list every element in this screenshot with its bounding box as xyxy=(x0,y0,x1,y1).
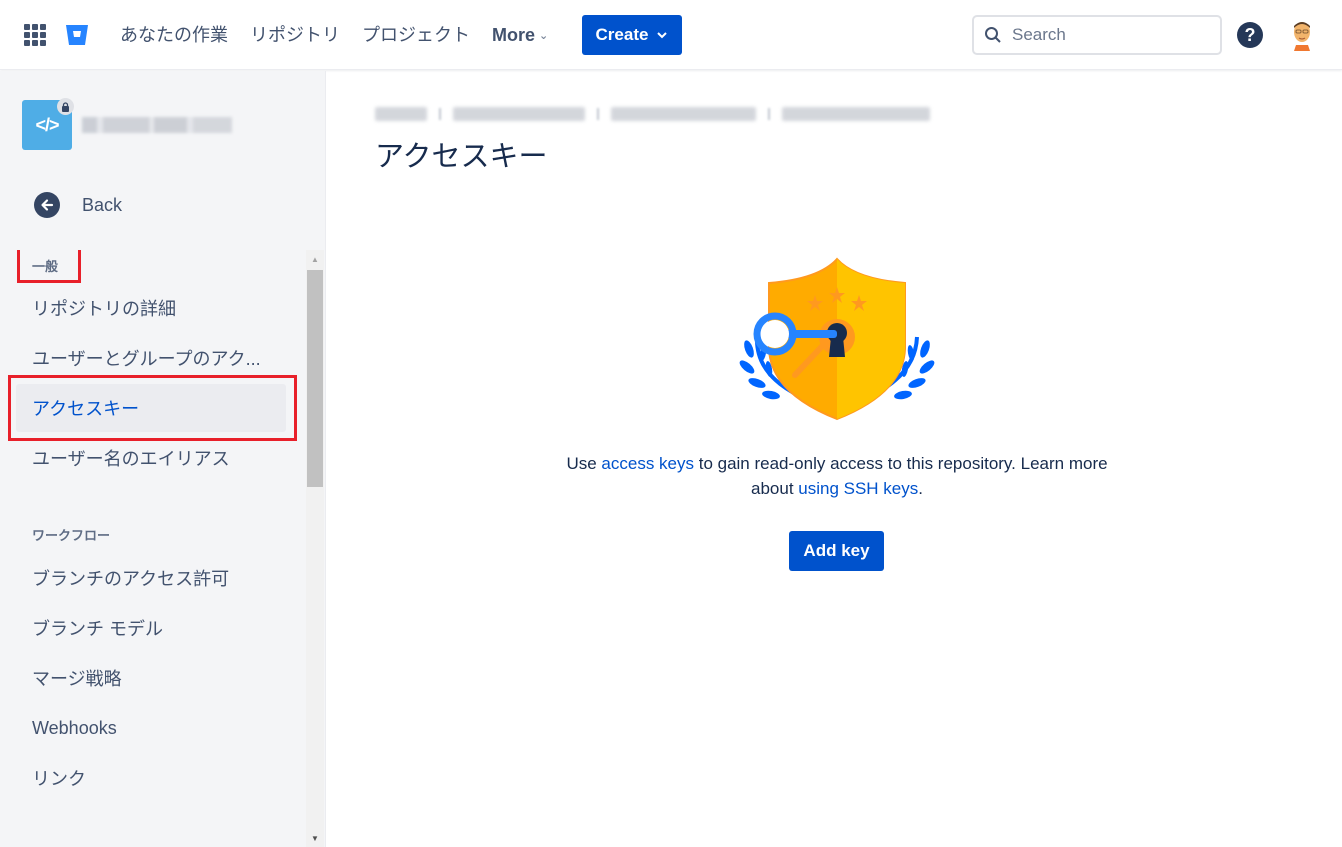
bitbucket-logo-icon[interactable] xyxy=(64,22,90,48)
scrollbar-thumb[interactable] xyxy=(307,270,323,487)
sidebar-item-user-group-access[interactable]: ユーザーとグループのアク... xyxy=(16,334,286,382)
chevron-down-icon xyxy=(657,32,668,39)
empty-state-description: Use access keys to gain read-only access… xyxy=(557,451,1117,501)
help-icon[interactable]: ? xyxy=(1237,22,1263,48)
sidebar-scrollbar[interactable]: ▲ ▼ xyxy=(306,250,324,847)
scroll-up-arrow-icon[interactable]: ▲ xyxy=(306,250,324,268)
breadcrumb-item[interactable] xyxy=(375,107,427,121)
breadcrumb-redacted xyxy=(375,107,930,121)
sidebar: </> Back 一般 リポジトリの詳細 ユーザーとグループのアク... アクセ… xyxy=(0,71,326,847)
code-icon: </> xyxy=(35,114,59,135)
breadcrumb-separator xyxy=(597,108,599,120)
app-switcher-icon[interactable] xyxy=(24,24,46,46)
create-label: Create xyxy=(595,25,649,44)
breadcrumb-item[interactable] xyxy=(782,107,930,121)
top-navigation: あなたの作業 リポジトリ プロジェクト More⌄ Create ? xyxy=(0,0,1342,70)
main-content: アクセスキー Use access keys to gain read-only… xyxy=(327,71,1342,847)
sidebar-item-branch-permissions[interactable]: ブランチのアクセス許可 xyxy=(16,554,286,602)
nav-more-label: More xyxy=(492,25,536,45)
access-keys-link[interactable]: access keys xyxy=(601,454,694,473)
page-title: アクセスキー xyxy=(375,141,548,173)
repository-name-redacted[interactable] xyxy=(82,117,232,133)
breadcrumb-item[interactable] xyxy=(611,107,756,121)
sidebar-menu: 一般 リポジトリの詳細 ユーザーとグループのアク... アクセスキー ユーザー名… xyxy=(0,250,326,847)
back-label: Back xyxy=(82,194,123,215)
breadcrumb-item[interactable] xyxy=(453,107,585,121)
sidebar-item-repository-details[interactable]: リポジトリの詳細 xyxy=(16,284,286,332)
user-avatar[interactable] xyxy=(1288,19,1316,51)
using-ssh-keys-link[interactable]: using SSH keys xyxy=(798,479,918,498)
sidebar-item-access-keys[interactable]: アクセスキー xyxy=(16,384,286,432)
create-button[interactable]: Create xyxy=(582,15,682,55)
breadcrumb-separator xyxy=(768,108,770,120)
lock-icon xyxy=(57,98,74,115)
scroll-down-arrow-icon[interactable]: ▼ xyxy=(306,829,324,847)
arrow-left-icon xyxy=(34,192,60,218)
sidebar-item-username-aliases[interactable]: ユーザー名のエイリアス xyxy=(16,434,286,482)
sidebar-item-links[interactable]: リンク xyxy=(16,754,286,802)
search-box[interactable] xyxy=(972,15,1222,55)
description-text: . xyxy=(918,479,923,498)
back-link[interactable]: Back xyxy=(34,192,122,218)
shield-key-illustration-icon xyxy=(739,257,935,421)
description-text: Use xyxy=(566,454,602,473)
sidebar-item-branching-model[interactable]: ブランチ モデル xyxy=(16,604,286,652)
chevron-down-icon: ⌄ xyxy=(539,30,549,43)
sidebar-item-webhooks[interactable]: Webhooks xyxy=(16,704,286,752)
sidebar-item-merge-strategies[interactable]: マージ戦略 xyxy=(16,654,286,702)
search-icon xyxy=(985,27,1001,43)
search-input[interactable] xyxy=(1012,25,1202,45)
nav-your-work[interactable]: あなたの作業 xyxy=(120,22,228,48)
breadcrumb-separator xyxy=(439,108,441,120)
nav-repositories[interactable]: リポジトリ xyxy=(250,22,340,48)
nav-more-dropdown[interactable]: More ⌄ xyxy=(492,22,548,49)
nav-projects[interactable]: プロジェクト xyxy=(362,22,470,48)
section-label-workflow: ワークフロー xyxy=(32,528,111,543)
section-label-general: 一般 xyxy=(32,259,59,274)
add-key-button[interactable]: Add key xyxy=(789,531,884,571)
